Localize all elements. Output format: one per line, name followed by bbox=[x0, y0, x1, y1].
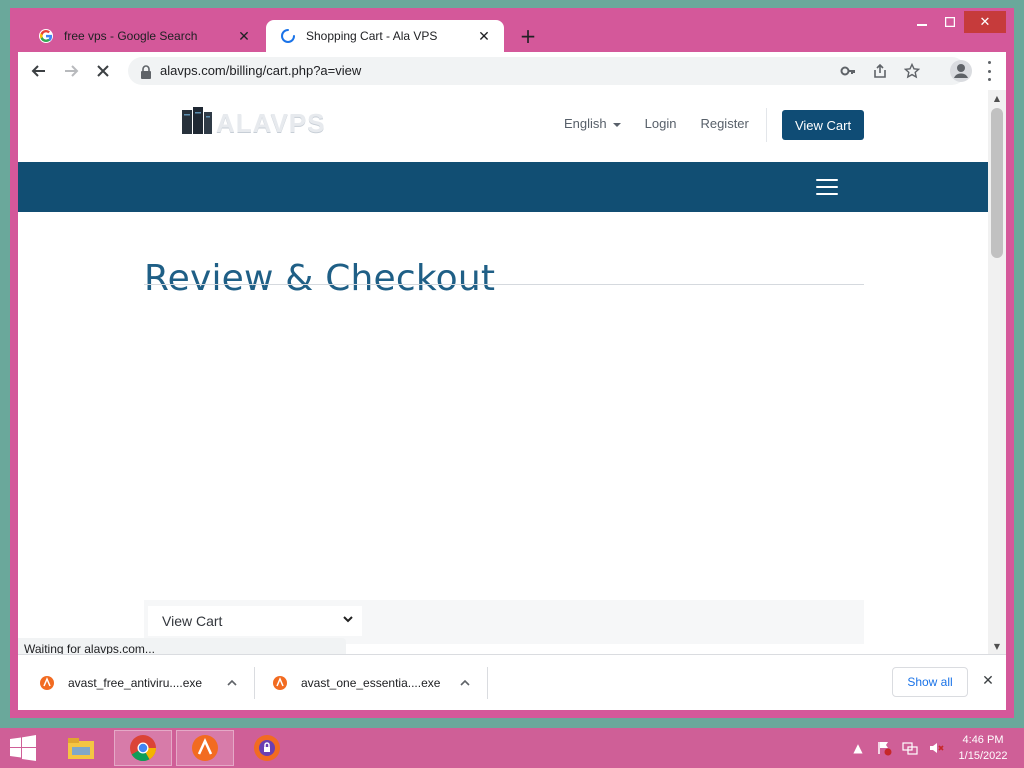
scroll-down-icon[interactable]: ▼ bbox=[988, 638, 1006, 654]
scroll-thumb[interactable] bbox=[991, 108, 1003, 258]
tab-title: Shopping Cart - Ala VPS bbox=[306, 29, 438, 43]
menu-icon[interactable] bbox=[984, 61, 994, 81]
browser-window: free vps - Google Search ✕ Shopping Cart… bbox=[10, 8, 1014, 718]
file-explorer-icon[interactable] bbox=[52, 730, 110, 766]
tab-title: free vps - Google Search bbox=[64, 29, 198, 43]
clock[interactable]: 4:46 PM 1/15/2022 bbox=[952, 732, 1014, 764]
stop-icon[interactable] bbox=[92, 60, 114, 82]
avast-icon bbox=[40, 676, 54, 690]
server-rack-icon bbox=[182, 107, 212, 134]
page-viewport: ALAVPS English Login Register View Cart … bbox=[18, 90, 1006, 654]
status-bubble: Waiting for alavps.com... bbox=[18, 638, 346, 654]
flag-icon[interactable] bbox=[876, 740, 892, 756]
download-filename: avast_one_essentia....exe bbox=[301, 676, 441, 690]
chrome-icon[interactable] bbox=[114, 730, 172, 766]
avast-icon[interactable] bbox=[176, 730, 234, 766]
caret-down-icon bbox=[612, 122, 621, 127]
language-dropdown[interactable]: English bbox=[564, 116, 621, 131]
close-icon[interactable]: ✕ bbox=[476, 28, 492, 44]
chevron-down-icon bbox=[343, 616, 353, 623]
close-icon[interactable]: ✕ bbox=[964, 11, 1006, 33]
profile-icon[interactable] bbox=[950, 60, 972, 82]
cart-select-value: View Cart bbox=[162, 613, 223, 629]
cart-view-select[interactable]: View Cart bbox=[148, 606, 362, 636]
header-divider bbox=[766, 108, 767, 142]
windows-start-icon[interactable] bbox=[8, 735, 38, 761]
download-item[interactable]: avast_free_antiviru....exe bbox=[40, 667, 240, 699]
page-title: Review & Checkout bbox=[144, 258, 496, 300]
login-link[interactable]: Login bbox=[645, 116, 677, 131]
tray-arrow-icon[interactable]: ▲ bbox=[850, 740, 866, 756]
avast-secure-browser-icon[interactable] bbox=[238, 730, 296, 766]
site-header: ALAVPS English Login Register View Cart bbox=[18, 90, 988, 154]
clock-date: 1/15/2022 bbox=[958, 750, 1008, 762]
window-controls: ✕ bbox=[908, 11, 1006, 33]
close-icon[interactable]: ✕ bbox=[980, 673, 996, 689]
tab-shopping-cart[interactable]: Shopping Cart - Ala VPS ✕ bbox=[266, 20, 504, 52]
tab-google-search[interactable]: free vps - Google Search ✕ bbox=[24, 20, 264, 52]
hamburger-menu-icon[interactable] bbox=[816, 179, 838, 195]
star-icon[interactable] bbox=[904, 63, 920, 79]
avast-icon bbox=[273, 676, 287, 690]
google-icon bbox=[38, 28, 54, 44]
lock-icon[interactable] bbox=[140, 64, 152, 79]
site-logo[interactable]: ALAVPS bbox=[178, 104, 346, 138]
address-bar[interactable]: alavps.com/billing/cart.php?a=view bbox=[128, 57, 966, 85]
url-text[interactable]: alavps.com/billing/cart.php?a=view bbox=[160, 63, 361, 78]
forward-icon[interactable] bbox=[60, 60, 82, 82]
chevron-up-icon[interactable] bbox=[457, 675, 473, 691]
downloads-bar: avast_free_antiviru....exe avast_one_ess… bbox=[18, 654, 1006, 710]
scrollbar[interactable]: ▲ ▼ bbox=[988, 90, 1006, 654]
header-links: English Login Register bbox=[564, 116, 749, 131]
loading-spinner-icon bbox=[280, 28, 296, 44]
chevron-up-icon[interactable] bbox=[224, 675, 240, 691]
scroll-up-icon[interactable]: ▲ bbox=[988, 90, 1006, 106]
register-link[interactable]: Register bbox=[700, 116, 748, 131]
download-separator bbox=[254, 667, 255, 699]
back-icon[interactable] bbox=[28, 60, 50, 82]
download-filename: avast_free_antiviru....exe bbox=[68, 676, 203, 690]
download-separator bbox=[487, 667, 488, 699]
share-icon[interactable] bbox=[872, 63, 888, 79]
browser-toolbar: alavps.com/billing/cart.php?a=view bbox=[18, 52, 1006, 90]
language-label: English bbox=[564, 116, 607, 131]
download-item[interactable]: avast_one_essentia....exe bbox=[273, 667, 473, 699]
clock-time: 4:46 PM bbox=[962, 734, 1004, 746]
network-icon[interactable] bbox=[902, 740, 918, 756]
site-nav-bar bbox=[18, 162, 988, 212]
minimize-icon[interactable] bbox=[908, 11, 936, 33]
volume-muted-icon[interactable] bbox=[928, 740, 944, 756]
view-cart-button[interactable]: View Cart bbox=[782, 110, 864, 140]
title-divider bbox=[144, 284, 864, 285]
logo-text: ALAVPS bbox=[216, 108, 326, 138]
show-all-button[interactable]: Show all bbox=[892, 667, 968, 697]
browser-titlebar: free vps - Google Search ✕ Shopping Cart… bbox=[10, 8, 1014, 52]
close-icon[interactable]: ✕ bbox=[236, 28, 252, 44]
key-icon[interactable] bbox=[840, 63, 856, 79]
taskbar: ▲ 4:46 PM 1/15/2022 bbox=[0, 728, 1024, 768]
plus-icon[interactable]: + bbox=[518, 26, 538, 46]
system-tray: ▲ bbox=[850, 734, 944, 762]
maximize-icon[interactable] bbox=[936, 11, 964, 33]
